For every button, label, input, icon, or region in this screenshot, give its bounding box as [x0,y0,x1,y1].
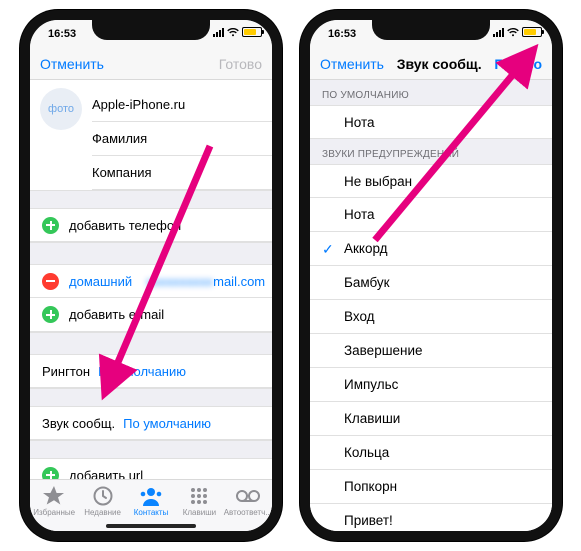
clock-icon [93,486,113,506]
plus-icon [42,217,59,234]
tab-favorites[interactable]: Избранные [30,480,78,523]
list-item[interactable]: Привет! [310,504,552,531]
plus-icon [42,306,59,323]
email-hidden: xxxxxxxxxx [146,274,213,289]
phone-left: 16:53 Отменить Готово фото Apple-iPhone.… [20,10,282,541]
home-indicator[interactable] [106,524,196,528]
phone-right: 16:53 Отменить Звук сообщ. Готово ПО УМО… [300,10,562,541]
notch [372,18,490,40]
section-default: ПО УМОЛЧАНИЮ [310,80,552,105]
list-item[interactable]: Бамбук [310,266,552,300]
checkmark-icon: ✓ [322,242,334,256]
done-button[interactable]: Готово [494,56,542,72]
email-visible: mail.com [213,274,265,289]
wifi-icon [507,28,519,37]
photo-label: фото [48,103,74,115]
tab-bar: Избранные Недавние Контакты Клавиши Авто… [30,479,272,531]
sound-list[interactable]: ПО УМОЛЧАНИЮ Нота ЗВУКИ ПРЕДУПРЕЖДЕНИЙ Н… [310,80,552,531]
nav-bar: Отменить Звук сообщ. Готово [310,48,552,80]
cancel-button[interactable]: Отменить [320,56,384,72]
minus-icon [42,273,59,290]
star-icon [43,486,65,506]
tab-contacts[interactable]: Контакты [127,480,175,523]
ringtone-row[interactable]: Рингтон По умолчанию [30,354,272,388]
email-row[interactable]: домашний xxxxxxxxxxmail.com [30,264,272,298]
status-time: 16:53 [328,28,356,40]
tab-voicemail[interactable]: Автоответч... [224,480,272,523]
status-time: 16:53 [48,28,76,40]
battery-icon [522,27,542,37]
contacts-icon [139,486,163,506]
name-field[interactable]: Apple-iPhone.ru [92,88,272,122]
cellular-icon [213,28,224,37]
notch [92,18,210,40]
add-phone-row[interactable]: добавить телефон [30,208,272,242]
tab-keypad[interactable]: Клавиши [175,480,223,523]
section-alert: ЗВУКИ ПРЕДУПРЕЖДЕНИЙ [310,139,552,164]
list-item[interactable]: ✓Аккорд [310,232,552,266]
list-item[interactable]: Импульс [310,368,552,402]
nav-bar: Отменить Готово [30,48,272,80]
cellular-icon [493,28,504,37]
list-item[interactable]: Не выбран [310,164,552,198]
photo-button[interactable]: фото [40,88,82,130]
list-item[interactable]: Вход [310,300,552,334]
done-button[interactable]: Готово [219,56,262,72]
tab-recent[interactable]: Недавние [78,480,126,523]
cancel-button[interactable]: Отменить [40,56,104,72]
list-item[interactable]: Нота [310,198,552,232]
voicemail-icon [235,486,261,506]
wifi-icon [227,28,239,37]
surname-field[interactable]: Фамилия [92,122,272,156]
list-item[interactable]: Клавиши [310,402,552,436]
list-item[interactable]: Завершение [310,334,552,368]
text-tone-row[interactable]: Звук сообщ. По умолчанию [30,406,272,440]
keypad-icon [189,486,209,506]
list-item[interactable]: Попкорн [310,470,552,504]
battery-icon [242,27,262,37]
add-email-row[interactable]: добавить e-mail [30,298,272,332]
company-field[interactable]: Компания [92,156,272,190]
nav-title: Звук сообщ. [384,56,494,72]
contact-edit-content: фото Apple-iPhone.ru Фамилия Компания до… [30,80,272,531]
list-item[interactable]: Нота [310,105,552,139]
list-item[interactable]: Кольца [310,436,552,470]
